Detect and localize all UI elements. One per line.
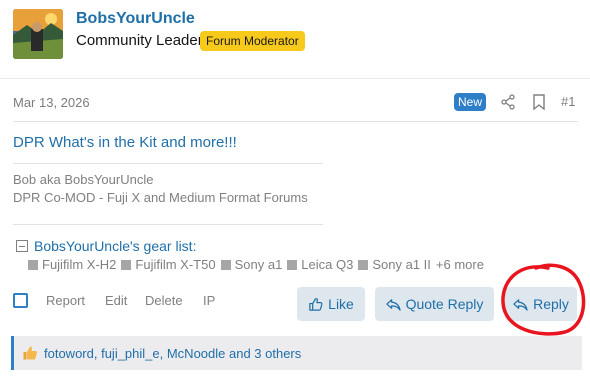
collapse-icon[interactable] [16,240,28,252]
report-link[interactable]: Report [46,293,85,308]
reactions-bar: fotoword, fuji_phil_e, McNoodle and 3 ot… [11,336,582,370]
delete-link[interactable]: Delete [145,293,183,308]
quote-reply-label: Quote Reply [405,296,484,312]
share-icon[interactable] [500,94,516,110]
ip-link[interactable]: IP [203,293,215,308]
signature-line-2: DPR Co-MOD - Fuji X and Medium Format Fo… [13,190,308,205]
reactions-users-link[interactable]: fotoword, fuji_phil_e, McNoodle and 3 ot… [44,346,301,361]
reply-button[interactable]: Reply [505,287,577,321]
signature-line-1: Bob aka BobsYourUncle [13,172,154,187]
thumbs-up-icon [309,297,323,311]
new-badge: New [454,93,487,111]
select-checkbox[interactable] [13,293,28,308]
avatar[interactable] [13,9,63,59]
gear-bullet-icon [220,259,231,270]
gear-list-header[interactable]: BobsYourUncle's gear list: [16,238,196,254]
bookmark-icon[interactable] [532,94,546,110]
post-user-header: BobsYourUncle Community Leader Forum Mod… [0,0,590,78]
gear-list-title[interactable]: BobsYourUncle's gear list: [34,238,196,254]
signature-divider [13,163,323,164]
post-date[interactable]: Mar 13, 2026 [13,95,90,110]
reply-icon [513,298,528,311]
gear-bullet-icon [287,259,298,270]
quote-reply-icon [385,298,401,311]
reply-button-label: Reply [533,296,569,312]
thumbs-up-icon [23,346,37,360]
edit-link[interactable]: Edit [105,293,127,308]
like-button[interactable]: Like [297,287,365,321]
gear-item[interactable]: Sony a1 II [358,257,431,272]
moderator-badge: Forum Moderator [200,31,305,51]
gear-item[interactable]: Fujifilm X-T50 [121,257,216,272]
gear-item[interactable]: Leica Q3 [287,257,353,272]
post-number[interactable]: #1 [561,94,575,109]
user-title: Community Leader [76,32,203,49]
post-title[interactable]: DPR What's in the Kit and more!!! [13,134,237,151]
gear-bullet-icon [358,259,369,270]
divider [13,121,578,122]
gear-list: Fujifilm X-H2 Fujifilm X-T50 Sony a1 Lei… [28,257,484,272]
gear-divider [13,224,323,225]
gear-bullet-icon [121,259,132,270]
quote-reply-button[interactable]: Quote Reply [375,287,494,321]
gear-more-link[interactable]: +6 more [436,257,484,272]
gear-bullet-icon [28,259,38,270]
like-button-label: Like [328,296,354,312]
gear-item[interactable]: Sony a1 [220,257,282,272]
gear-item[interactable]: Fujifilm X-H2 [28,257,116,272]
username[interactable]: BobsYourUncle [76,10,195,28]
